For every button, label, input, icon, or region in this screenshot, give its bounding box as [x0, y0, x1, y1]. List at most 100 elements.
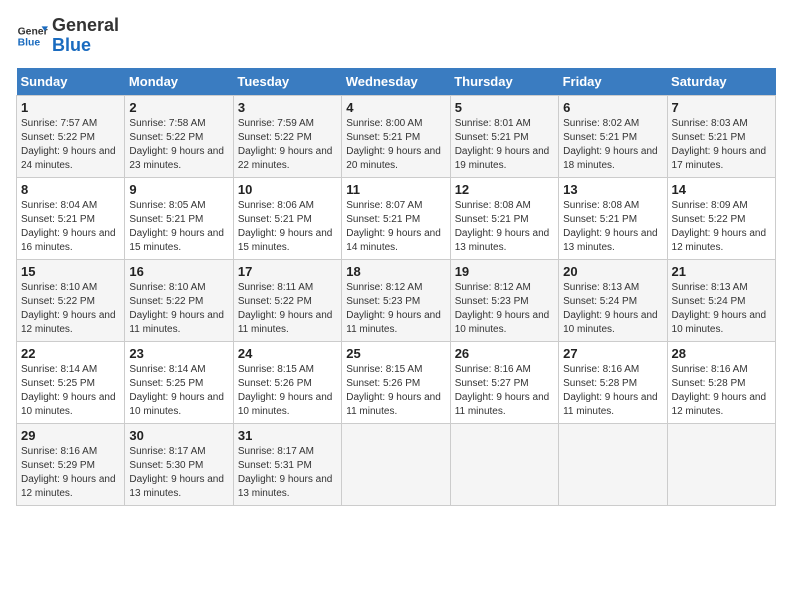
logo-icon: General Blue: [16, 20, 48, 52]
day-number: 11: [346, 182, 445, 197]
day-cell: 18 Sunrise: 8:12 AMSunset: 5:23 PMDayligh…: [342, 259, 450, 341]
day-number: 13: [563, 182, 662, 197]
day-detail: Sunrise: 8:03 AMSunset: 5:21 PMDaylight:…: [672, 117, 771, 173]
day-cell: 7 Sunrise: 8:03 AMSunset: 5:21 PMDaylight…: [667, 95, 775, 177]
weekday-header-wednesday: Wednesday: [342, 68, 450, 96]
day-number: 14: [672, 182, 771, 197]
day-cell: 2Sunrise: 7:58 AMSunset: 5:22 PMDaylight…: [125, 95, 233, 177]
day-cell: 10 Sunrise: 8:06 AMSunset: 5:21 PMDayligh…: [233, 177, 341, 259]
day-detail: Sunrise: 7:59 AMSunset: 5:22 PMDaylight:…: [238, 117, 337, 173]
day-detail: Sunrise: 8:14 AMSunset: 5:25 PMDaylight:…: [129, 363, 228, 419]
day-cell: 1 Sunrise: 7:57 AMSunset: 5:22 PMDaylight…: [17, 95, 125, 177]
day-detail: Sunrise: 8:13 AMSunset: 5:24 PMDaylight:…: [563, 281, 662, 337]
day-cell: 30 Sunrise: 8:17 AMSunset: 5:30 PMDayligh…: [125, 423, 233, 505]
day-number: 6: [563, 100, 662, 115]
day-number: 19: [455, 264, 554, 279]
day-number: 30: [129, 428, 228, 443]
day-number: 18: [346, 264, 445, 279]
day-number: 17: [238, 264, 337, 279]
day-number: 21: [672, 264, 771, 279]
day-detail: Sunrise: 8:12 AMSunset: 5:23 PMDaylight:…: [346, 281, 445, 337]
day-cell: 28 Sunrise: 8:16 AMSunset: 5:28 PMDayligh…: [667, 341, 775, 423]
day-detail: Sunrise: 8:16 AMSunset: 5:29 PMDaylight:…: [21, 445, 120, 501]
day-number: 10: [238, 182, 337, 197]
day-detail: Sunrise: 8:16 AMSunset: 5:27 PMDaylight:…: [455, 363, 554, 419]
day-cell: 9 Sunrise: 8:05 AMSunset: 5:21 PMDaylight…: [125, 177, 233, 259]
day-cell: [667, 423, 775, 505]
day-number: 5: [455, 100, 554, 115]
day-detail: Sunrise: 8:16 AMSunset: 5:28 PMDaylight:…: [563, 363, 662, 419]
day-detail: Sunrise: 7:58 AMSunset: 5:22 PMDaylight:…: [129, 117, 228, 173]
day-number: 28: [672, 346, 771, 361]
week-row-1: 1 Sunrise: 7:57 AMSunset: 5:22 PMDaylight…: [17, 95, 776, 177]
weekday-header-tuesday: Tuesday: [233, 68, 341, 96]
day-detail: Sunrise: 8:01 AMSunset: 5:21 PMDaylight:…: [455, 117, 554, 173]
day-cell: 24 Sunrise: 8:15 AMSunset: 5:26 PMDayligh…: [233, 341, 341, 423]
day-number: 20: [563, 264, 662, 279]
day-detail: Sunrise: 8:08 AMSunset: 5:21 PMDaylight:…: [563, 199, 662, 255]
weekday-header-thursday: Thursday: [450, 68, 558, 96]
day-detail: Sunrise: 8:00 AMSunset: 5:21 PMDaylight:…: [346, 117, 445, 173]
day-cell: [342, 423, 450, 505]
day-number: 24: [238, 346, 337, 361]
header: General Blue General Blue: [16, 16, 776, 56]
week-row-5: 29 Sunrise: 8:16 AMSunset: 5:29 PMDayligh…: [17, 423, 776, 505]
day-number: 31: [238, 428, 337, 443]
day-detail: Sunrise: 8:15 AMSunset: 5:26 PMDaylight:…: [238, 363, 337, 419]
weekday-header-saturday: Saturday: [667, 68, 775, 96]
day-cell: 20 Sunrise: 8:13 AMSunset: 5:24 PMDayligh…: [559, 259, 667, 341]
weekday-header-monday: Monday: [125, 68, 233, 96]
day-detail: Sunrise: 8:16 AMSunset: 5:28 PMDaylight:…: [672, 363, 771, 419]
weekday-header-friday: Friday: [559, 68, 667, 96]
day-detail: Sunrise: 8:15 AMSunset: 5:26 PMDaylight:…: [346, 363, 445, 419]
day-number: 9: [129, 182, 228, 197]
day-detail: Sunrise: 8:04 AMSunset: 5:21 PMDaylight:…: [21, 199, 120, 255]
day-detail: Sunrise: 8:06 AMSunset: 5:21 PMDaylight:…: [238, 199, 337, 255]
day-number: 22: [21, 346, 120, 361]
day-cell: 29 Sunrise: 8:16 AMSunset: 5:29 PMDayligh…: [17, 423, 125, 505]
day-detail: Sunrise: 7:57 AMSunset: 5:22 PMDaylight:…: [21, 117, 120, 173]
day-detail: Sunrise: 8:17 AMSunset: 5:30 PMDaylight:…: [129, 445, 228, 501]
day-cell: 3 Sunrise: 7:59 AMSunset: 5:22 PMDaylight…: [233, 95, 341, 177]
day-cell: 6 Sunrise: 8:02 AMSunset: 5:21 PMDaylight…: [559, 95, 667, 177]
day-number: 12: [455, 182, 554, 197]
svg-text:Blue: Blue: [18, 37, 41, 48]
day-cell: 14 Sunrise: 8:09 AMSunset: 5:22 PMDayligh…: [667, 177, 775, 259]
day-cell: 27 Sunrise: 8:16 AMSunset: 5:28 PMDayligh…: [559, 341, 667, 423]
day-cell: 15Sunrise: 8:10 AMSunset: 5:22 PMDayligh…: [17, 259, 125, 341]
day-cell: 12Sunrise: 8:08 AMSunset: 5:21 PMDayligh…: [450, 177, 558, 259]
day-detail: Sunrise: 8:10 AMSunset: 5:22 PMDaylight:…: [129, 281, 228, 337]
day-detail: Sunrise: 8:12 AMSunset: 5:23 PMDaylight:…: [455, 281, 554, 337]
day-detail: Sunrise: 8:17 AMSunset: 5:31 PMDaylight:…: [238, 445, 337, 501]
weekday-header-row: SundayMondayTuesdayWednesdayThursdayFrid…: [17, 68, 776, 96]
day-number: 29: [21, 428, 120, 443]
day-detail: Sunrise: 8:10 AMSunset: 5:22 PMDaylight:…: [21, 281, 120, 337]
day-cell: 21 Sunrise: 8:13 AMSunset: 5:24 PMDayligh…: [667, 259, 775, 341]
day-number: 16: [129, 264, 228, 279]
calendar-table: SundayMondayTuesdayWednesdayThursdayFrid…: [16, 68, 776, 506]
day-detail: Sunrise: 8:05 AMSunset: 5:21 PMDaylight:…: [129, 199, 228, 255]
day-cell: [559, 423, 667, 505]
day-cell: 25 Sunrise: 8:15 AMSunset: 5:26 PMDayligh…: [342, 341, 450, 423]
day-cell: 17Sunrise: 8:11 AMSunset: 5:22 PMDayligh…: [233, 259, 341, 341]
week-row-4: 22 Sunrise: 8:14 AMSunset: 5:25 PMDayligh…: [17, 341, 776, 423]
day-cell: 26Sunrise: 8:16 AMSunset: 5:27 PMDayligh…: [450, 341, 558, 423]
day-detail: Sunrise: 8:02 AMSunset: 5:21 PMDaylight:…: [563, 117, 662, 173]
day-number: 25: [346, 346, 445, 361]
day-cell: 11 Sunrise: 8:07 AMSunset: 5:21 PMDayligh…: [342, 177, 450, 259]
day-number: 7: [672, 100, 771, 115]
day-cell: 4 Sunrise: 8:00 AMSunset: 5:21 PMDaylight…: [342, 95, 450, 177]
day-number: 27: [563, 346, 662, 361]
day-number: 4: [346, 100, 445, 115]
day-detail: Sunrise: 8:07 AMSunset: 5:21 PMDaylight:…: [346, 199, 445, 255]
day-detail: Sunrise: 8:09 AMSunset: 5:22 PMDaylight:…: [672, 199, 771, 255]
day-cell: 19 Sunrise: 8:12 AMSunset: 5:23 PMDayligh…: [450, 259, 558, 341]
day-number: 1: [21, 100, 120, 115]
day-cell: 8Sunrise: 8:04 AMSunset: 5:21 PMDaylight…: [17, 177, 125, 259]
day-cell: 22 Sunrise: 8:14 AMSunset: 5:25 PMDayligh…: [17, 341, 125, 423]
logo: General Blue General Blue: [16, 16, 119, 56]
day-detail: Sunrise: 8:13 AMSunset: 5:24 PMDaylight:…: [672, 281, 771, 337]
day-detail: Sunrise: 8:14 AMSunset: 5:25 PMDaylight:…: [21, 363, 120, 419]
day-cell: [450, 423, 558, 505]
day-number: 3: [238, 100, 337, 115]
